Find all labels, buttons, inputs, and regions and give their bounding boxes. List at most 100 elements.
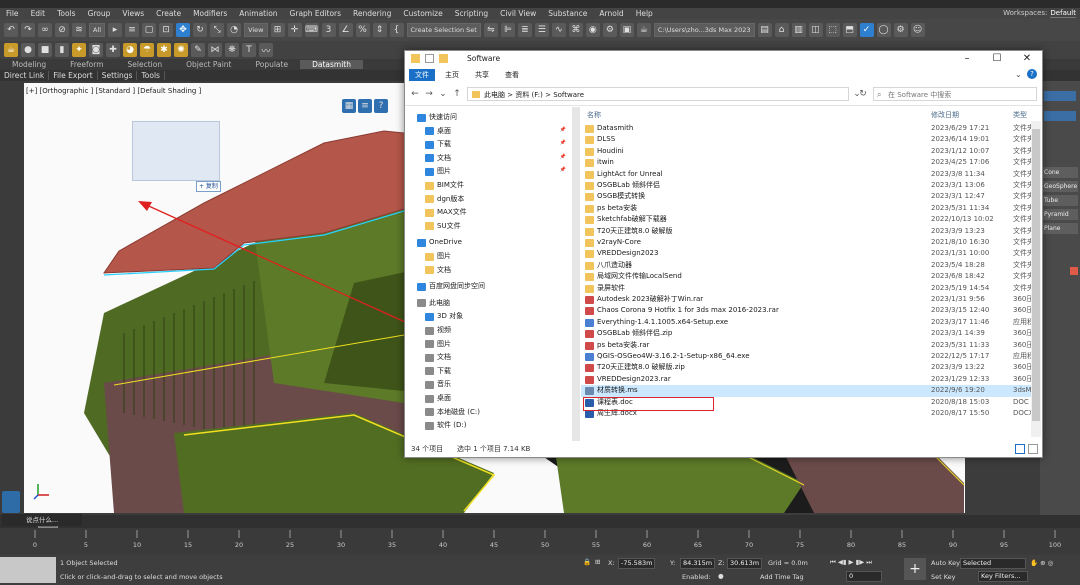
close-icon[interactable]: ✕ [1012,51,1042,67]
rotate-icon[interactable]: ↻ [193,23,208,37]
render-frame-icon[interactable]: ▣ [619,23,634,37]
nav-baidu-sync[interactable]: 百度网盘同步空间 [417,280,485,293]
box-icon[interactable]: ■ [38,43,52,57]
maximize-icon[interactable]: ☐ [982,51,1012,67]
search-input[interactable]: ⌕ 在 Software 中搜索 [873,87,1037,101]
user-icon[interactable]: ☺ [910,23,925,37]
explorer-title-bar[interactable]: Software – ☐ ✕ [405,51,1042,67]
time-slider[interactable]: 0 [0,515,1080,528]
minimize-icon[interactable]: – [952,51,982,67]
move-icon[interactable]: ✥ [176,23,191,37]
breadcrumb-drive[interactable]: 资料 (F:) [515,91,543,99]
bind-spacewarp-icon[interactable]: ≋ [72,23,86,37]
create-pyramid-button[interactable]: Pyramid [1042,209,1078,220]
check-icon[interactable]: ✓ [859,23,874,37]
lock-selection-icon[interactable]: 🔒 [583,558,591,566]
add-key-icon[interactable]: + [904,558,926,580]
column-type[interactable]: 类型 [1013,110,1027,120]
spotlight-icon[interactable]: ✱ [157,43,171,57]
ribbon-tab-modeling[interactable]: Modeling [0,60,58,69]
column-name[interactable]: 名称 [587,110,601,120]
menu-scripting[interactable]: Scripting [449,9,494,18]
file-row[interactable]: VREDDesign2023 2023/1/31 10:00 文件夹 [581,248,1031,259]
refresh-icon[interactable]: ↻ [857,87,869,101]
file-row[interactable]: ps beta安装 2023/5/31 11:34 文件夹 [581,203,1031,214]
nav-quick-item[interactable]: 文档 [425,152,451,165]
viewport-label[interactable]: [+] [Orthographic ] [Standard ] [Default… [26,87,201,95]
ribbon-tab-selection[interactable]: Selection [116,60,175,69]
file-row[interactable]: LightAct for Unreal 2023/3/8 11:34 文件夹 [581,169,1031,180]
nav-quick-item[interactable]: MAX文件 [425,206,467,219]
y-coord-field[interactable]: 84.315m [680,558,716,569]
nav-quick-item[interactable]: dgn版本 [425,193,464,206]
color-swatch[interactable] [1070,267,1078,275]
forward-icon[interactable]: → [423,87,435,101]
file-row[interactable]: Datasmith 2023/6/29 17:21 文件夹 [581,123,1031,134]
named-selection-dropdown[interactable]: Create Selection Set [406,23,481,37]
set-key-button[interactable]: Set Key [931,573,956,581]
keyboard-shortcut-icon[interactable]: ⌨ [304,23,319,37]
file-row[interactable]: v2rayN-Core 2021/8/10 16:30 文件夹 [581,237,1031,248]
up-icon[interactable]: ↑ [451,87,463,101]
workspaces-value[interactable]: Default [1050,9,1076,18]
address-bar[interactable]: 此电脑 > 资料 (F:) > Software [467,87,849,101]
viewport-layout-icon[interactable]: ◫ [808,23,823,37]
undo-icon[interactable]: ↶ [4,23,18,37]
file-list-scrollbar[interactable] [1031,121,1041,437]
spinner-snap-icon[interactable]: ⇕ [372,23,387,37]
material-sphere-icon[interactable]: ◕ [123,43,137,57]
file-row[interactable]: VREDDesign2023.rar 2023/1/29 12:33 360压 [581,374,1031,385]
file-row[interactable]: Houdini 2023/1/12 10:07 文件夹 [581,146,1031,157]
select-by-name-icon[interactable]: ≡ [125,23,140,37]
tab-home[interactable]: 主页 [439,69,465,81]
menu-customize[interactable]: Customize [397,9,448,18]
nav-quick-access[interactable]: 快速访问 [417,111,457,124]
render-icon[interactable]: ☕ [636,23,651,37]
recent-icon[interactable]: ⌄ [437,87,449,101]
create-plane-button[interactable]: Plane [1042,223,1078,234]
expand-ribbon-icon[interactable]: ⌄ [1015,70,1022,79]
link-file-export[interactable]: File Export [49,71,98,80]
link-settings[interactable]: Settings [98,71,138,80]
menu-arnold[interactable]: Arnold [593,9,629,18]
menu-animation[interactable]: Animation [233,9,283,18]
enabled-toggle-icon[interactable]: ● [718,572,724,580]
layer-icon[interactable]: ≣ [517,23,532,37]
new-folder-icon[interactable] [439,54,448,63]
x-coord-field[interactable]: -75.583m [618,558,656,569]
rect-selection-icon[interactable]: ▢ [142,23,157,37]
help-icon[interactable]: ? [374,99,388,113]
circle-icon[interactable]: ◯ [876,23,891,37]
create-cone-button[interactable]: Cone [1042,167,1078,178]
nav-onedrive-item[interactable]: 图片 [425,250,451,263]
workspaces-selector[interactable]: Workspaces: Default [1003,8,1076,19]
menu-tools[interactable]: Tools [51,9,81,18]
link-icon[interactable]: ∞ [38,23,52,37]
nav-pc-item[interactable]: 图片 [425,338,451,351]
current-frame-field[interactable]: 0 [846,571,882,582]
tab-view[interactable]: 查看 [499,69,525,81]
nav-pc-item[interactable]: 下载 [425,365,451,378]
file-row[interactable]: ps beta安装.rar 2023/5/31 11:33 360压 [581,340,1031,351]
pivot-icon[interactable]: ⊞ [270,23,285,37]
nav-pc-item[interactable]: 软件 (D:) [425,419,466,432]
select-manipulate-icon[interactable]: ✛ [287,23,302,37]
menu-substance[interactable]: Substance [542,9,593,18]
file-row[interactable]: T20天正建筑8.0 破解版.zip 2023/3/9 13:22 360压 [581,362,1031,373]
ribbon-tab-freeform[interactable]: Freeform [58,60,115,69]
create-geosphere-button[interactable]: GeoSphere [1042,181,1078,192]
light-bulb-icon[interactable]: ✦ [72,43,86,57]
scroll-thumb[interactable] [1032,129,1040,421]
open-icon[interactable]: ⌂ [774,23,789,37]
file-list[interactable]: 名称 修改日期 类型 Datasmith 2023/6/29 17:21 文件夹 DL… [581,107,1031,441]
nav-this-pc[interactable]: 此电脑 [417,297,450,310]
menu-file[interactable]: File [0,9,25,18]
absolute-mode-icon[interactable]: ⊞ [595,558,600,566]
viewport-toggle-button[interactable] [2,491,20,513]
file-row[interactable]: itwin 2023/4/25 17:06 文件夹 [581,157,1031,168]
nav-scrollbar[interactable] [572,107,580,441]
explorer-window[interactable]: Software – ☐ ✕ 文件 主页 共享 查看 ⌄ ? ← → ⌄ ↑ 此… [404,50,1043,458]
file-row[interactable]: 局域网文件传输LocalSend 2023/6/8 18:42 文件夹 [581,271,1031,282]
camera-icon[interactable]: ◙ [89,43,103,57]
paint-icon[interactable]: ✎ [191,43,205,57]
